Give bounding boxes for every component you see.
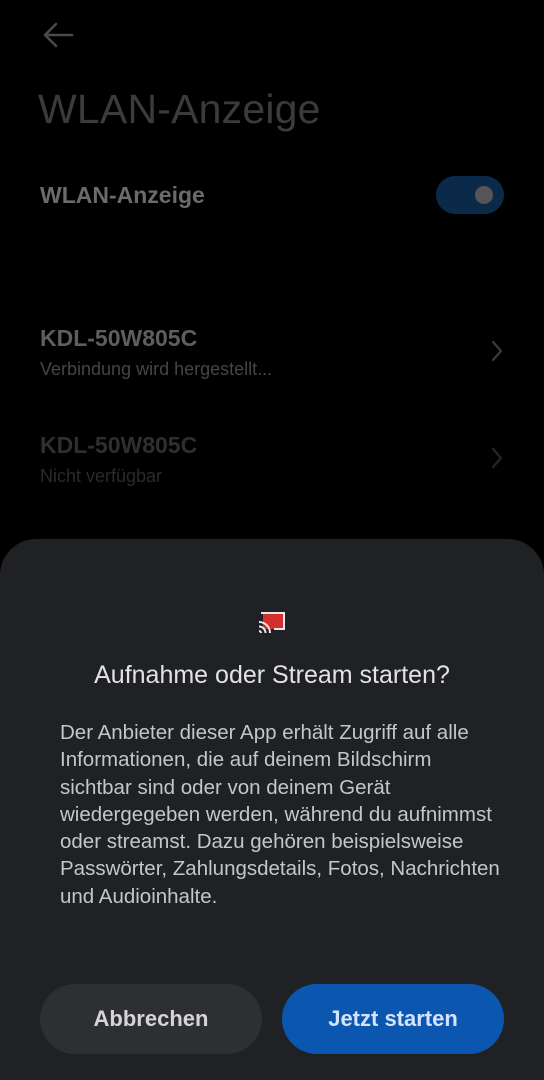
toggle-label: WLAN-Anzeige [40, 182, 205, 208]
cancel-button[interactable]: Abbrechen [40, 984, 262, 1054]
cast-icon [258, 612, 285, 634]
device-item[interactable]: KDL-50W805C Verbindung wird hergestellt.… [40, 325, 504, 395]
wlan-display-toggle-row[interactable]: WLAN-Anzeige [40, 176, 504, 214]
wlan-display-toggle[interactable] [436, 176, 504, 214]
start-now-button[interactable]: Jetzt starten [282, 984, 504, 1054]
device-name: KDL-50W805C [40, 325, 198, 351]
dialog-message: Der Anbieter dieser App erhält Zugriff a… [60, 721, 500, 908]
screen-capture-dialog: Aufnahme oder Stream starten? Der Anbiet… [0, 539, 544, 1080]
toggle-knob [475, 186, 493, 204]
chevron-right-icon [491, 447, 503, 469]
device-name: KDL-50W805C [40, 432, 198, 458]
chevron-right-icon [491, 340, 503, 362]
device-item[interactable]: KDL-50W805C Nicht verfügbar [40, 432, 504, 502]
device-status: Nicht verfügbar [40, 466, 163, 486]
device-status: Verbindung wird hergestellt... [40, 359, 273, 379]
dialog-title: Aufnahme oder Stream starten? [94, 661, 450, 689]
page-title: WLAN-Anzeige [38, 86, 321, 132]
back-arrow-icon[interactable] [40, 20, 76, 50]
